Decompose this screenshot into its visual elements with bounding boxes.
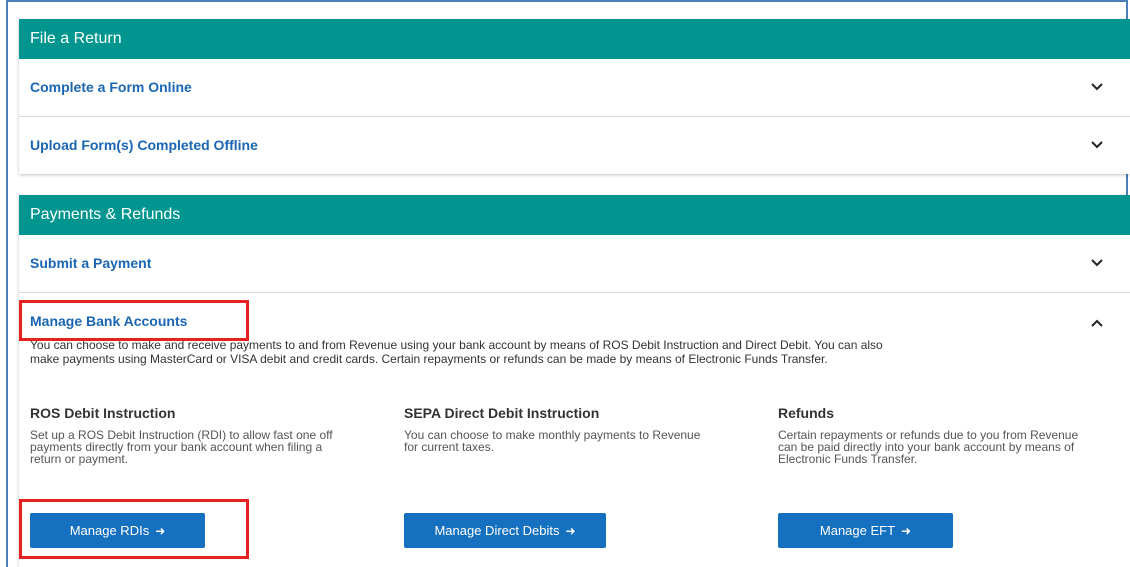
sepa-direct-debit-description: You can choose to make monthly payments … [404, 429, 754, 453]
refunds-desc-line: Electronic Funds Transfer. [778, 452, 918, 466]
file-return-header: File a Return [19, 19, 1130, 59]
manage-eft-label: Manage EFT [819, 523, 896, 538]
payments-refunds-header: Payments & Refunds [19, 195, 1130, 235]
manage-direct-debits-label: Manage Direct Debits [434, 523, 560, 538]
chevron-down-icon[interactable] [1089, 255, 1105, 271]
intro-line-2: make payments using MasterCard or VISA d… [30, 352, 828, 366]
ros-debit-column: ROS Debit Instruction Set up a ROS Debit… [30, 405, 380, 465]
accordion-upload-forms[interactable]: Upload Form(s) Completed Offline [19, 117, 1130, 174]
sepa-direct-debit-title: SEPA Direct Debit Instruction [404, 405, 600, 421]
submit-payment-link[interactable]: Submit a Payment [30, 255, 151, 271]
accordion-submit-payment[interactable]: Submit a Payment [19, 235, 1130, 293]
chevron-down-icon[interactable] [1089, 137, 1105, 153]
sepa-direct-debit-column: SEPA Direct Debit Instruction You can ch… [404, 405, 754, 453]
file-return-panel: File a Return Complete a Form Online Upl… [19, 19, 1130, 174]
ros-debit-description: Set up a ROS Debit Instruction (RDI) to … [30, 429, 380, 465]
highlight-manage-rdis [19, 499, 249, 559]
arrow-right-icon: ➜ [565, 523, 576, 538]
ros-debit-title: ROS Debit Instruction [30, 405, 176, 421]
upload-forms-link[interactable]: Upload Form(s) Completed Offline [30, 137, 258, 153]
chevron-down-icon[interactable] [1089, 79, 1105, 95]
sepa-desc-line: for current taxes. [404, 440, 495, 454]
complete-form-online-link[interactable]: Complete a Form Online [30, 79, 192, 95]
arrow-right-icon: ➜ [901, 523, 912, 538]
manage-direct-debits-button[interactable]: Manage Direct Debits ➜ [404, 513, 606, 548]
highlight-manage-bank-accounts [19, 300, 249, 341]
manage-bank-intro: You can choose to make and receive payme… [30, 338, 1040, 366]
manage-eft-button[interactable]: Manage EFT ➜ [778, 513, 953, 548]
accordion-complete-form-online[interactable]: Complete a Form Online [19, 59, 1130, 117]
chevron-up-icon[interactable] [1089, 315, 1105, 331]
refunds-column: Refunds Certain repayments or refunds du… [778, 405, 1128, 465]
refunds-description: Certain repayments or refunds due to you… [778, 429, 1128, 465]
refunds-title: Refunds [778, 405, 834, 421]
ros-debit-desc-line: return or payment. [30, 452, 129, 466]
